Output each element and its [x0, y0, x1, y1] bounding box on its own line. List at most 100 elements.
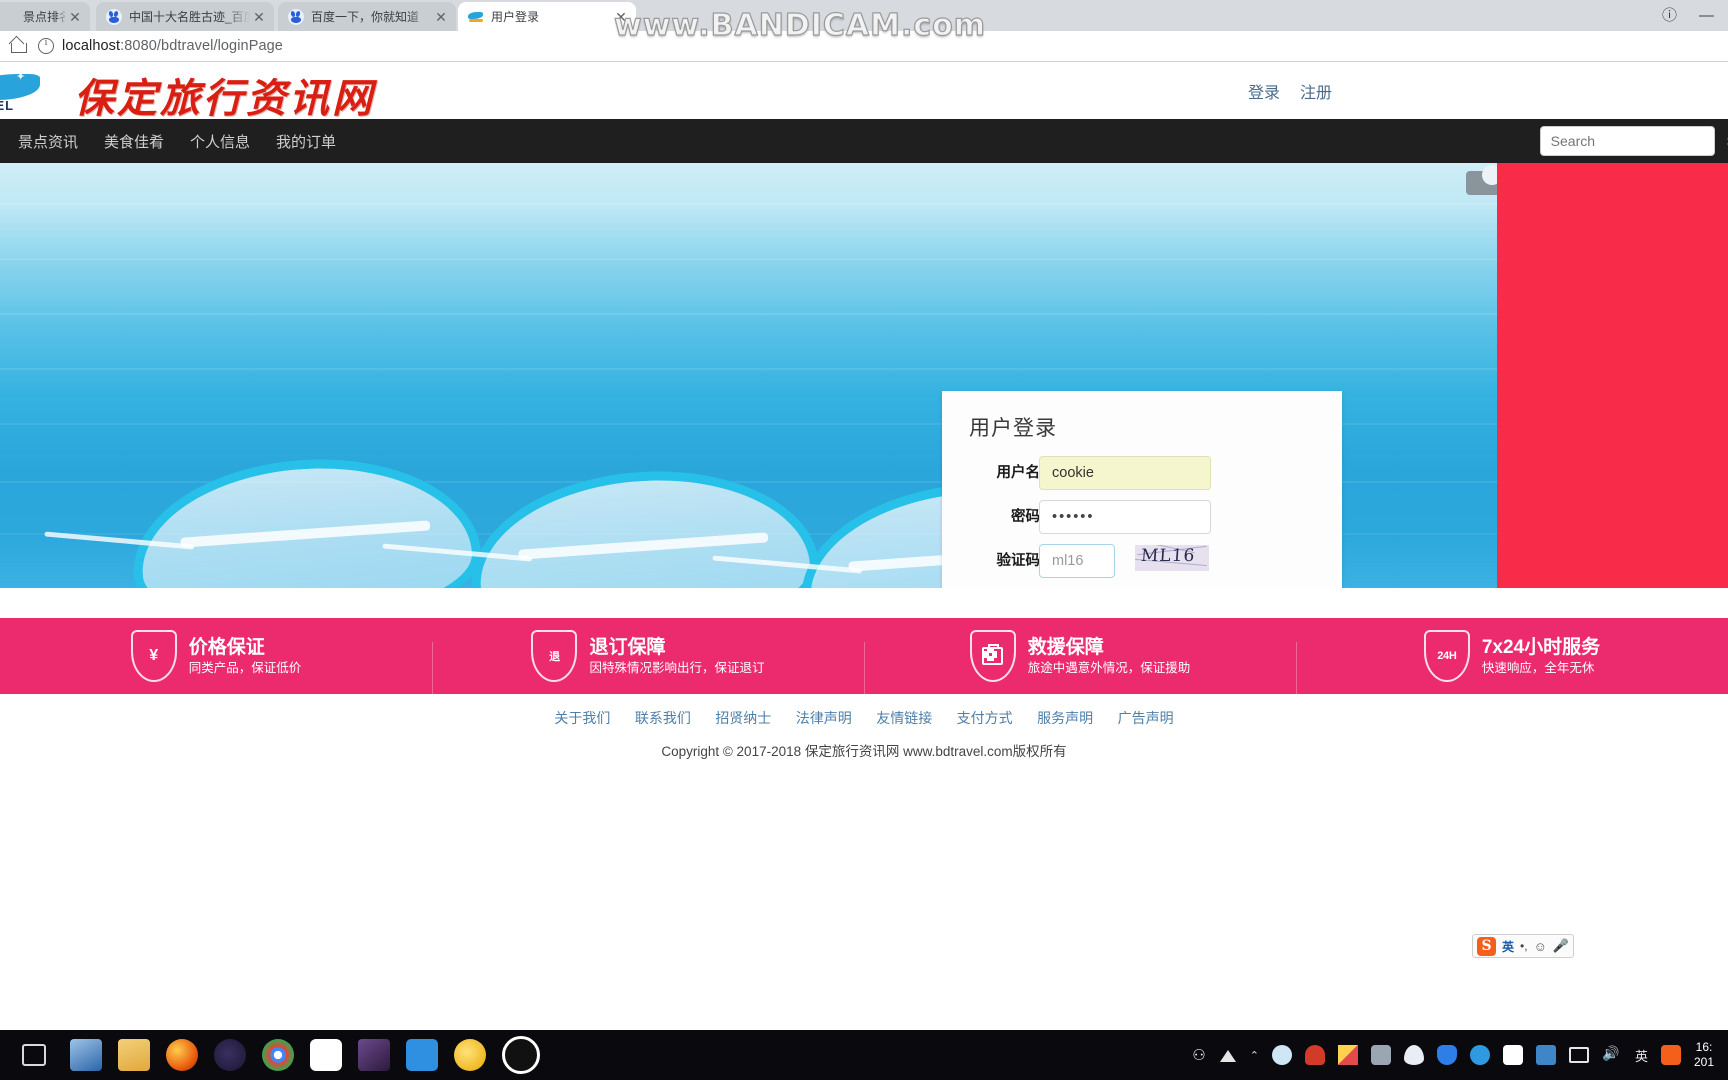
browser-tab-3[interactable]: 用户登录 ✕: [458, 2, 636, 31]
page-title: 保定旅行资讯网: [74, 75, 375, 122]
guarantee-subtitle: 快速响应，全年无休: [1481, 660, 1595, 675]
nav-item-profile[interactable]: 个人信息: [190, 131, 250, 152]
ime-punctuation-icon[interactable]: •,: [1520, 939, 1528, 953]
close-icon[interactable]: ✕: [66, 10, 84, 24]
ime-mode-label[interactable]: 英: [1502, 938, 1514, 955]
footer-link-careers[interactable]: 招贤纳士: [715, 710, 771, 726]
sogou-tray-icon[interactable]: [1660, 1045, 1681, 1065]
cloud-icon[interactable]: [1271, 1045, 1292, 1065]
red-side-panel: [1497, 163, 1728, 588]
close-icon[interactable]: ✕: [612, 10, 630, 24]
spacer: [0, 588, 1728, 618]
nav-item-orders[interactable]: 我的订单: [276, 131, 336, 152]
captcha-image[interactable]: ML16: [1135, 545, 1209, 571]
site-logo-icon[interactable]: ✦ RAVEL: [0, 68, 48, 114]
generic-icon: [0, 9, 16, 25]
minimize-icon[interactable]: —: [1699, 8, 1714, 23]
hero-banner: 用户登录 用户名 密码 验证码 ML16: [0, 163, 1728, 588]
this-pc-icon[interactable]: [70, 1039, 102, 1071]
footer-link-legal[interactable]: 法律声明: [796, 710, 852, 726]
guarantee-title: 救援保障: [1027, 636, 1104, 658]
site-header: ✦ RAVEL 保定旅行资讯网 登录 注册: [0, 62, 1728, 122]
network-icon[interactable]: [1568, 1047, 1589, 1063]
web-page: ✦ RAVEL 保定旅行资讯网 登录 注册 景点资讯 美食佳肴 个人信息 我的订…: [0, 62, 1728, 1030]
tim-qq-icon[interactable]: [454, 1039, 486, 1071]
browser-tab-2[interactable]: 百度一下，你就知道 ✕: [278, 2, 456, 31]
username-row: 用户名: [942, 456, 1342, 490]
bandicam-icon[interactable]: [502, 1036, 540, 1074]
screenshot-tray-icon[interactable]: [1535, 1045, 1556, 1065]
ime-emoji-icon[interactable]: ☺: [1534, 939, 1547, 954]
chrome-icon[interactable]: [262, 1039, 294, 1071]
guarantee-item: 24H 7x24小时服务 快速响应，全年无休: [1296, 630, 1728, 694]
captcha-input[interactable]: [1039, 544, 1115, 578]
file-explorer-icon[interactable]: [118, 1039, 150, 1071]
refund-shield-icon: 退: [531, 630, 578, 682]
netdisk-tray-icon[interactable]: [1502, 1045, 1523, 1065]
password-input[interactable]: [1039, 500, 1211, 534]
tencent-shield-icon[interactable]: [1436, 1045, 1457, 1065]
cube-icon[interactable]: [1337, 1045, 1358, 1065]
clock-date: 201: [1693, 1055, 1714, 1069]
address-bar[interactable]: localhost:8080/bdtravel/loginPage: [0, 31, 1728, 62]
volume-icon[interactable]: 🔊: [1602, 1045, 1622, 1065]
gao-ide-icon[interactable]: [358, 1039, 390, 1071]
baidu-netdisk-icon[interactable]: [310, 1039, 342, 1071]
footer-link-service[interactable]: 服务声明: [1037, 710, 1093, 726]
dolphin-icon: [468, 9, 484, 25]
footer-link-ads[interactable]: 广告声明: [1118, 710, 1174, 726]
sogou-logo-icon[interactable]: S: [1477, 936, 1496, 956]
language-indicator[interactable]: 英: [1635, 1046, 1648, 1065]
nav-item-food[interactable]: 美食佳肴: [104, 131, 164, 152]
mushroom-icon[interactable]: [1304, 1045, 1325, 1065]
firefox-icon[interactable]: [166, 1039, 198, 1071]
header-links: 登录 注册: [1248, 79, 1332, 103]
footer-link-contact[interactable]: 联系我们: [635, 710, 691, 726]
chevron-up-icon[interactable]: ⌃: [1250, 1049, 1259, 1062]
wps-writer-icon[interactable]: [406, 1039, 438, 1071]
search-input[interactable]: [1539, 126, 1715, 156]
guarantee-title: 退订保障: [589, 636, 666, 658]
guarantee-item: 退 退订保障 因特殊情况影响出行，保证退订: [432, 630, 864, 694]
clock[interactable]: 16: 201: [1694, 1040, 1720, 1070]
clock-time: 16:: [1695, 1040, 1713, 1054]
guarantee-title: 价格保证: [188, 636, 265, 658]
shield-glyph: 24H: [1437, 650, 1457, 662]
browser-tab-0[interactable]: 景点排名_百度搜 ✕: [0, 2, 90, 31]
captcha-text: ML16: [1140, 546, 1197, 566]
copyright-text: Copyright © 2017-2018 保定旅行资讯网 www.bdtrav…: [661, 744, 1067, 759]
wifi-icon[interactable]: [1219, 1048, 1237, 1062]
people-icon[interactable]: ⚇: [1192, 1046, 1205, 1064]
ime-mic-icon[interactable]: 🎤: [1553, 938, 1569, 954]
username-input[interactable]: [1039, 456, 1211, 490]
site-info-icon[interactable]: [38, 37, 54, 54]
footer-link-payment[interactable]: 支付方式: [957, 710, 1013, 726]
footer-link-partners[interactable]: 友情链接: [876, 710, 932, 726]
qq-penguin-icon[interactable]: [1469, 1045, 1490, 1065]
eclipse-icon[interactable]: [214, 1039, 246, 1071]
url-text: localhost:8080/bdtravel/loginPage: [62, 38, 283, 54]
thermometer-icon[interactable]: [1403, 1045, 1424, 1065]
login-card: 用户登录 用户名 密码 验证码 ML16: [942, 391, 1342, 588]
account-icon[interactable]: ⓘ: [1662, 8, 1677, 23]
tab-title: 中国十大名胜古迹_百度百: [129, 10, 250, 24]
satellite-icon[interactable]: [1370, 1045, 1391, 1065]
task-view-icon[interactable]: [22, 1044, 46, 1066]
guarantee-item: 救援保障 旅途中遇意外情况，保证援助: [864, 630, 1296, 694]
search-button[interactable]: S: [1720, 126, 1728, 156]
guarantee-title: 7x24小时服务: [1481, 636, 1601, 658]
search-area: S: [1539, 126, 1728, 156]
browser-tab-1[interactable]: 中国十大名胜古迹_百度百 ✕: [96, 2, 274, 31]
header-link-register[interactable]: 注册: [1300, 79, 1332, 103]
home-icon[interactable]: [8, 35, 30, 57]
guarantee-subtitle: 同类产品，保证低价: [188, 660, 302, 675]
nav-item-attractions[interactable]: 景点资讯: [18, 131, 78, 152]
shield-glyph: 退: [549, 651, 560, 663]
header-link-login[interactable]: 登录: [1248, 79, 1280, 103]
footer-link-about[interactable]: 关于我们: [554, 710, 610, 726]
close-icon[interactable]: ✕: [432, 10, 450, 24]
ime-toolbar[interactable]: S 英 •, ☺ 🎤: [1472, 934, 1575, 958]
aid-kit-shield-icon: [969, 630, 1016, 682]
close-icon[interactable]: ✕: [250, 10, 268, 24]
captcha-label: 验证码: [996, 553, 1041, 569]
